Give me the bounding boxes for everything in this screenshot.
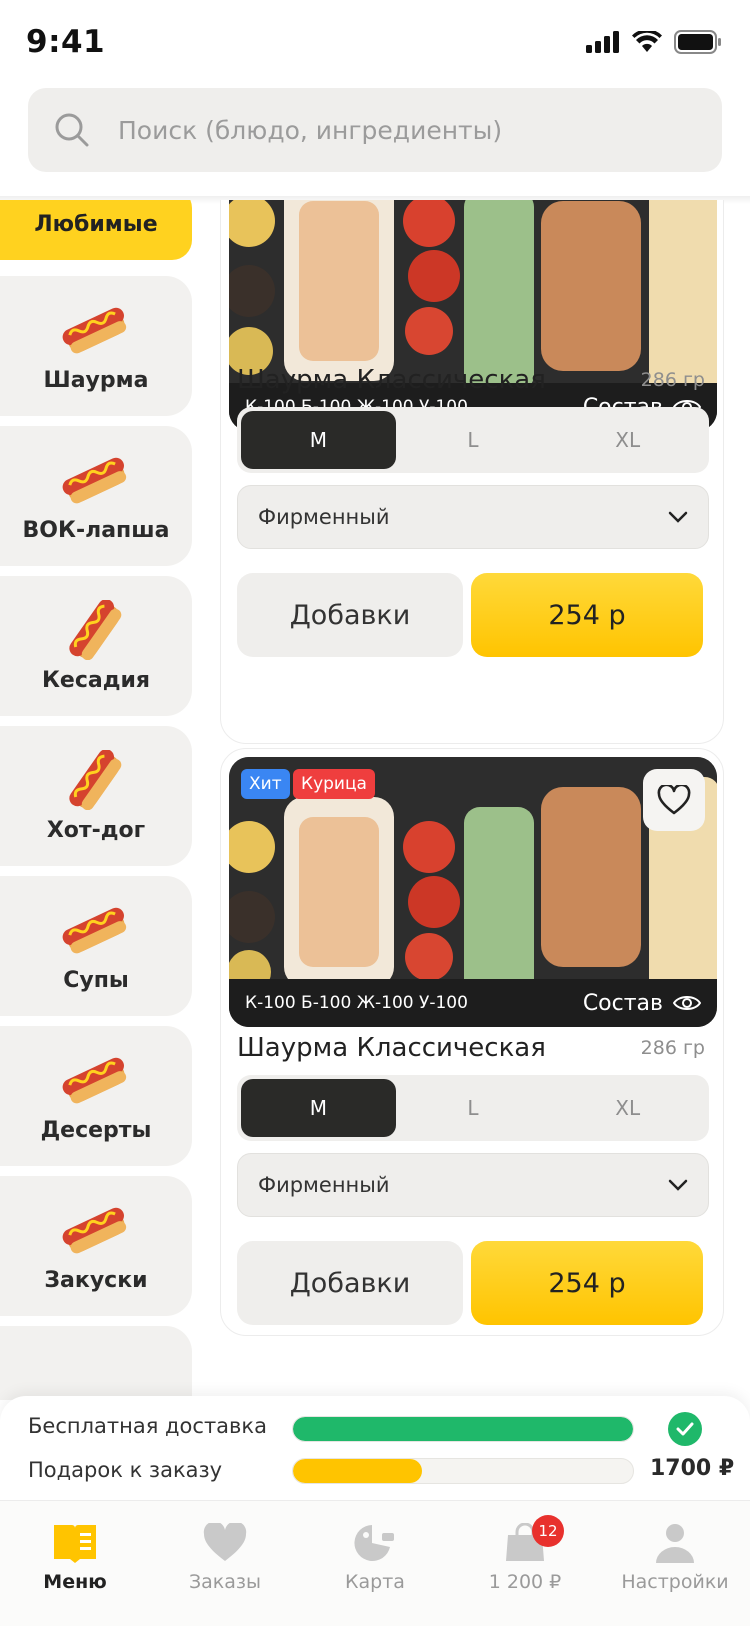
- favorite-button[interactable]: [643, 769, 705, 831]
- add-to-cart-button[interactable]: 254 р: [471, 573, 703, 657]
- search-input[interactable]: [116, 88, 696, 172]
- search-icon: [55, 113, 89, 147]
- macro-bar: К-100 Б-100 Ж-100 У-100 Состав: [229, 979, 717, 1027]
- chevron-down-icon: [668, 511, 688, 523]
- category-desserts[interactable]: Десерты: [0, 1026, 192, 1166]
- category-hotdog[interactable]: Хот-дог: [0, 726, 192, 866]
- hotdog-icon: [62, 1207, 127, 1254]
- hotdog-icon: [69, 600, 122, 660]
- hotdog-icon: [62, 1057, 127, 1104]
- gift-progress-fill: [293, 1459, 423, 1483]
- recipe-label: Состав: [582, 990, 663, 1016]
- heart-icon: [203, 1523, 247, 1561]
- map-icon: [354, 1525, 394, 1561]
- size-option-l[interactable]: L: [396, 411, 551, 469]
- macros-text: К-100 Б-100 Ж-100 У-100: [245, 993, 468, 1013]
- category-next[interactable]: [0, 1326, 192, 1400]
- tab-cart[interactable]: 12 1 200 ₽: [450, 1501, 600, 1626]
- size-option-xl[interactable]: XL: [550, 1079, 705, 1137]
- chevron-down-icon: [668, 1179, 688, 1191]
- badge-chicken: Курица: [293, 769, 375, 799]
- menu-scroll-area[interactable]: Любимые Шаурма ВОК-лапша Кесадия Хот-дог…: [0, 200, 750, 1400]
- free-delivery-progress-fill: [293, 1417, 633, 1441]
- product-title: Шаурма Классическая: [237, 365, 546, 395]
- hotdog-icon: [62, 307, 127, 354]
- hotdog-icon: [62, 457, 127, 504]
- tab-label: 1 200 ₽: [488, 1571, 562, 1593]
- tab-label: Настройки: [621, 1571, 729, 1593]
- tab-label: Заказы: [188, 1571, 262, 1593]
- size-option-m[interactable]: M: [241, 1079, 396, 1137]
- order-progress-panel: Бесплатная доставка Подарок к заказу 170…: [0, 1396, 750, 1500]
- product-card[interactable]: Хит Курица К-100 Б-100 Ж-100 У-100 Соста…: [220, 748, 724, 1336]
- product-title: Шаурма Классическая: [237, 1033, 546, 1063]
- category-label: Супы: [63, 968, 129, 993]
- profile-icon: [656, 1524, 694, 1563]
- product-card[interactable]: К-100 Б-100 Ж-100 У-100 Состав Шаурма Кл…: [220, 200, 724, 744]
- size-selector: M L XL: [237, 1075, 709, 1141]
- tab-settings[interactable]: Настройки: [600, 1501, 750, 1626]
- heart-outline-icon: [657, 785, 691, 815]
- tab-label: Меню: [43, 1571, 107, 1593]
- sauce-dropdown[interactable]: Фирменный: [237, 1153, 709, 1217]
- category-label: Десерты: [40, 1118, 152, 1143]
- tab-orders[interactable]: Заказы: [150, 1501, 300, 1626]
- hotdog-icon: [62, 907, 127, 954]
- tab-label: Карта: [345, 1571, 405, 1593]
- size-option-l[interactable]: L: [396, 1079, 551, 1137]
- extras-button[interactable]: Добавки: [237, 1241, 463, 1325]
- eye-icon: [673, 996, 701, 1010]
- gift-amount: 1700 ₽: [650, 1456, 735, 1481]
- category-label: Закуски: [44, 1268, 148, 1293]
- tab-map[interactable]: Карта: [300, 1501, 450, 1626]
- status-bar: 9:41: [0, 0, 750, 90]
- category-label: Кесадия: [41, 668, 151, 693]
- recipe-button[interactable]: Состав: [583, 991, 701, 1016]
- tab-bar: Меню Заказы Карта 12 1 200 ₽ Настройки: [0, 1500, 750, 1626]
- free-delivery-label: Бесплатная доставка: [28, 1414, 267, 1438]
- product-weight: 286 гр: [640, 1037, 705, 1059]
- search-bar[interactable]: [28, 88, 722, 172]
- category-label: Шаурма: [43, 368, 149, 393]
- free-delivery-progress: [292, 1416, 634, 1442]
- signal-icon: [586, 31, 619, 53]
- extras-button[interactable]: Добавки: [237, 573, 463, 657]
- size-selector: M L XL: [237, 407, 709, 473]
- check-icon: [668, 1412, 702, 1446]
- product-image: К-100 Б-100 Ж-100 У-100 Состав: [229, 200, 717, 431]
- category-snacks[interactable]: Закуски: [0, 1176, 192, 1316]
- category-favorites[interactable]: Любимые: [0, 200, 192, 260]
- product-image: Хит Курица К-100 Б-100 Ж-100 У-100 Соста…: [229, 757, 717, 1027]
- category-wok[interactable]: ВОК-лапша: [0, 426, 192, 566]
- tab-menu[interactable]: Меню: [0, 1501, 150, 1626]
- category-shawarma[interactable]: Шаурма: [0, 276, 192, 416]
- category-quesadilla[interactable]: Кесадия: [0, 576, 192, 716]
- menu-book-icon: [54, 1525, 96, 1563]
- sauce-value: Фирменный: [258, 505, 390, 529]
- category-label: Любимые: [34, 211, 158, 237]
- wifi-icon: [632, 31, 662, 52]
- category-label: Хот-дог: [46, 818, 146, 843]
- gift-label: Подарок к заказу: [28, 1458, 223, 1482]
- sauce-dropdown[interactable]: Фирменный: [237, 485, 709, 549]
- battery-icon: [674, 30, 721, 54]
- status-time: 9:41: [26, 24, 106, 60]
- sauce-value: Фирменный: [258, 1173, 390, 1197]
- cart-count-badge: 12: [532, 1515, 564, 1547]
- category-label: ВОК-лапша: [22, 518, 170, 543]
- size-option-m[interactable]: M: [241, 411, 396, 469]
- product-weight: 286 гр: [640, 369, 705, 391]
- category-soups[interactable]: Супы: [0, 876, 192, 1016]
- add-to-cart-button[interactable]: 254 р: [471, 1241, 703, 1325]
- status-icons: [586, 30, 722, 54]
- gift-progress: [292, 1458, 634, 1484]
- badge-hit: Хит: [241, 769, 290, 799]
- size-option-xl[interactable]: XL: [550, 411, 705, 469]
- hotdog-icon: [69, 750, 122, 810]
